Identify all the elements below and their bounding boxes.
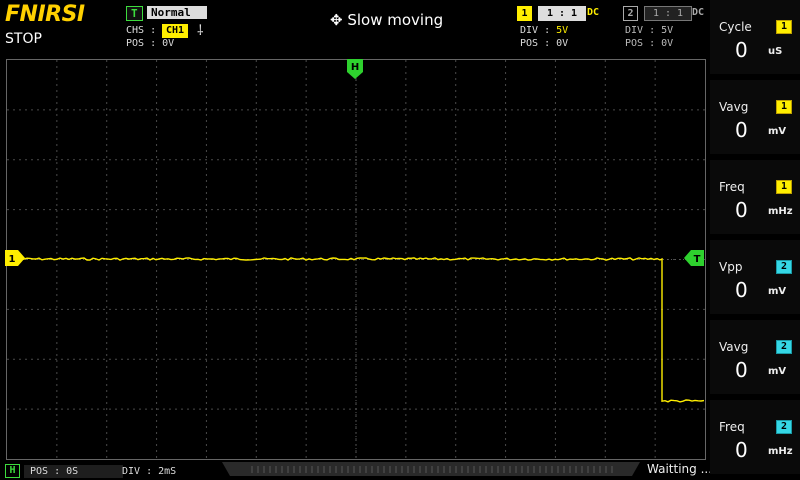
trigger-badge: T — [126, 6, 143, 21]
ch1-badge[interactable]: 1 — [517, 6, 532, 21]
measurement-unit: mHz — [768, 446, 793, 457]
measurement-unit: mV — [768, 366, 787, 377]
measurement-name: Vpp — [719, 260, 743, 274]
measurement-value: 0 — [735, 358, 748, 382]
move-arrows-icon: ✥ — [330, 11, 343, 29]
trigger-mode-value[interactable]: Normal — [147, 6, 207, 19]
measurement-name: Freq — [719, 420, 745, 434]
measurement-panel: Cycle 1 0 uS Vavg 1 0 mV Freq 1 0 mHz Vpp 2 0 mV Vavg 2 0 m… — [710, 0, 800, 480]
measurement-item[interactable]: Vavg 1 0 mV — [710, 80, 800, 154]
acquisition-status: Waitting ... — [647, 462, 713, 476]
measurement-name: Vavg — [719, 340, 749, 354]
measurement-value: 0 — [735, 198, 748, 222]
measurement-value: 0 — [735, 38, 748, 62]
ch2-badge[interactable]: 2 — [623, 6, 638, 21]
h-position-marker[interactable]: H — [347, 59, 363, 79]
trigger-source-label: CHS : — [126, 25, 157, 36]
ch1-coupling[interactable]: DC — [587, 7, 599, 18]
measurement-unit: mV — [768, 286, 787, 297]
waveform-scroll-track[interactable] — [222, 461, 640, 476]
h-marker-label: H — [351, 62, 359, 73]
ch1-pos: POS : 0V — [520, 38, 569, 49]
ch2-div-label: DIV : — [625, 25, 656, 36]
trigger-level-marker[interactable]: T — [684, 250, 704, 266]
measurement-item[interactable]: Freq 1 0 mHz — [710, 160, 800, 234]
waveform-screen[interactable] — [6, 59, 706, 460]
measurement-item[interactable]: Cycle 1 0 uS — [710, 0, 800, 74]
ch1-div-label: DIV : — [520, 25, 551, 36]
timebase-position[interactable]: POS : 0S — [24, 465, 123, 478]
trigger-source-value[interactable]: CH1 — [162, 24, 189, 38]
measurement-item[interactable]: Vpp 2 0 mV — [710, 240, 800, 314]
measurement-unit: uS — [768, 46, 783, 57]
measurement-item[interactable]: Freq 2 0 mHz — [710, 400, 800, 474]
measurement-channel-badge: 1 — [776, 100, 792, 114]
measurement-channel-badge: 2 — [776, 340, 792, 354]
trigger-pos-label: POS : 0V — [126, 38, 175, 49]
ch1-marker-label: 1 — [9, 254, 16, 265]
measurement-channel-badge: 1 — [776, 20, 792, 34]
ch2-div[interactable]: DIV : 5V — [625, 25, 673, 37]
waveform-display[interactable] — [7, 60, 705, 459]
timebase-badge: H — [5, 464, 20, 478]
measurement-unit: mV — [768, 126, 787, 137]
ch1-trace — [20, 257, 705, 403]
measurement-value: 0 — [735, 438, 748, 462]
ch2-pos: POS : 0V — [625, 38, 674, 49]
measurement-value: 0 — [735, 118, 748, 142]
measurement-name: Freq — [719, 180, 745, 194]
mode-title-text: Slow moving — [347, 11, 444, 29]
measurement-unit: mHz — [768, 206, 793, 217]
measurement-value: 0 — [735, 278, 748, 302]
timebase-division[interactable]: DIV : 2mS — [122, 465, 176, 478]
ch1-probe-ratio[interactable]: 1 : 1 — [538, 6, 586, 21]
measurement-channel-badge: 2 — [776, 260, 792, 274]
ch1-offset-marker[interactable]: 1 — [5, 250, 25, 266]
ch2-probe-ratio[interactable]: 1 : 1 — [644, 6, 692, 21]
ch2-div-value: 5V — [661, 25, 674, 36]
ch1-div[interactable]: DIV : 5V — [520, 25, 568, 37]
ch2-coupling[interactable]: DC — [692, 7, 704, 18]
brand-logo: FNIRSI — [5, 2, 85, 27]
ch1-div-value: 5V — [556, 25, 569, 36]
run-state-indicator[interactable]: STOP — [5, 31, 42, 47]
measurement-name: Cycle — [719, 20, 752, 34]
acquisition-mode-title: ✥ Slow moving — [330, 11, 443, 29]
measurement-channel-badge: 2 — [776, 420, 792, 434]
trigger-marker-label: T — [694, 254, 701, 265]
measurement-item[interactable]: Vavg 2 0 mV — [710, 320, 800, 394]
falling-edge-icon[interactable]: ⸸ — [197, 21, 204, 40]
measurement-channel-badge: 1 — [776, 180, 792, 194]
measurement-name: Vavg — [719, 100, 749, 114]
